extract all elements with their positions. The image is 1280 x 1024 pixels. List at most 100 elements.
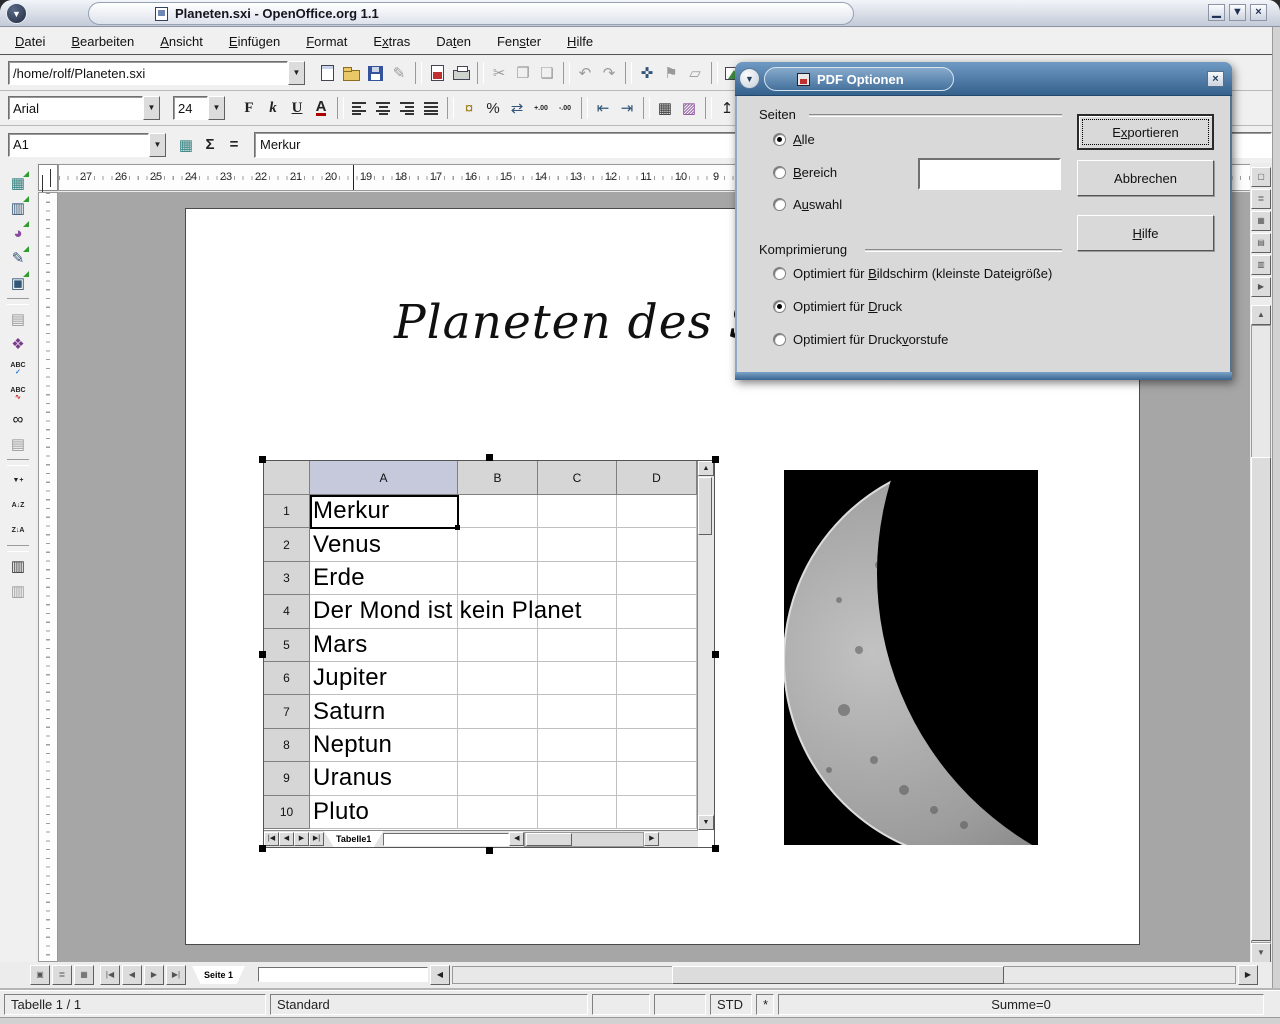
align-left-icon[interactable] xyxy=(347,96,371,120)
menu-hilfe[interactable]: Hilfe xyxy=(554,30,606,53)
spellcheck-icon[interactable]: ABC✓ xyxy=(6,357,30,381)
first-page-icon[interactable]: |◀ xyxy=(100,965,120,985)
radio-optimiert-f-r-bildschirm-kleinste-dateigr-e[interactable] xyxy=(773,267,786,280)
cell-a8[interactable]: Neptun xyxy=(310,729,458,762)
cell-d2[interactable] xyxy=(617,528,697,561)
font-size-combobox[interactable]: 24 ▼ xyxy=(173,96,225,120)
radio-label[interactable]: Alle xyxy=(793,132,815,147)
resize-handle[interactable] xyxy=(712,456,719,463)
row-header-4[interactable]: 4 xyxy=(264,595,310,628)
exportieren-button[interactable]: Exportieren xyxy=(1077,114,1214,150)
cell-d8[interactable] xyxy=(617,729,697,762)
italic-icon[interactable]: k xyxy=(261,96,285,120)
align-right-icon[interactable] xyxy=(395,96,419,120)
borders-icon[interactable]: ▦ xyxy=(653,96,677,120)
cell-b9[interactable] xyxy=(458,762,538,795)
radio-optimiert-f-r-druckvorstufe[interactable] xyxy=(773,333,786,346)
scroll-left-icon[interactable]: ◀ xyxy=(509,832,524,846)
radio-bereich[interactable] xyxy=(773,166,786,179)
draw-functions-icon[interactable]: ✎ xyxy=(6,246,30,270)
menu-einfgen[interactable]: Einfügen xyxy=(216,30,293,53)
close-button[interactable]: × xyxy=(1250,4,1267,21)
cell-a2[interactable]: Venus xyxy=(310,528,458,561)
background-color-icon[interactable]: ▨ xyxy=(677,96,701,120)
cell-a6[interactable]: Jupiter xyxy=(310,662,458,695)
chevron-down-icon[interactable]: ▼ xyxy=(149,133,166,157)
scrollbar-thumb[interactable] xyxy=(1251,457,1271,941)
menu-daten[interactable]: Daten xyxy=(423,30,484,53)
slide-view-icon[interactable]: ▦ xyxy=(1251,211,1271,231)
chevron-down-icon[interactable]: ▼ xyxy=(288,61,305,85)
cell-c3[interactable] xyxy=(538,562,617,595)
chevron-down-icon[interactable]: ▼ xyxy=(208,96,225,120)
sort-descending-icon[interactable]: Z↓A xyxy=(6,518,30,542)
resize-handle[interactable] xyxy=(486,847,493,854)
cell-b1[interactable] xyxy=(458,495,538,528)
cell-d3[interactable] xyxy=(617,562,697,595)
radio-auswahl[interactable] xyxy=(773,198,786,211)
group-icon[interactable]: ▥ xyxy=(6,554,30,578)
cell-a7[interactable]: Saturn xyxy=(310,695,458,728)
outline-view-icon[interactable]: ≣ xyxy=(1251,189,1271,209)
scroll-up-icon[interactable]: ▲ xyxy=(1251,305,1271,325)
outline-view-icon[interactable]: ≣ xyxy=(52,965,72,985)
autofilter-icon[interactable]: ▼+ xyxy=(6,468,30,492)
vertical-ruler[interactable] xyxy=(38,192,58,962)
cell-d6[interactable] xyxy=(617,662,697,695)
cell-c5[interactable] xyxy=(538,629,617,662)
vertical-scrollbar[interactable]: ▶▥▤▦≣▢ ▲ ▼ xyxy=(1250,163,1272,990)
cell-reference-box[interactable]: A1 ▼ xyxy=(8,133,166,157)
next-sheet-icon[interactable]: ▶ xyxy=(294,832,309,846)
delete-decimal-icon[interactable]: -.00 xyxy=(553,96,577,120)
moon-image[interactable] xyxy=(784,470,1038,845)
cell-c10[interactable] xyxy=(538,796,617,829)
abbrechen-button[interactable]: Abbrechen xyxy=(1077,160,1214,196)
cell-b6[interactable] xyxy=(458,662,538,695)
cell-a9[interactable]: Uranus xyxy=(310,762,458,795)
start-presentation-icon[interactable]: ▶ xyxy=(1251,277,1271,297)
increase-indent-icon[interactable]: ⇥ xyxy=(615,96,639,120)
row-header-5[interactable]: 5 xyxy=(264,629,310,662)
title-bar[interactable]: ▼ Planeten.sxi - OpenOffice.org 1.1 ▁ ▼ … xyxy=(0,0,1280,27)
maximize-button[interactable]: ▼ xyxy=(1229,4,1246,21)
insert-object-icon[interactable]: ▣ xyxy=(6,271,30,295)
prev-sheet-icon[interactable]: ◀ xyxy=(279,832,294,846)
font-name-combobox[interactable]: Arial ▼ xyxy=(8,96,160,120)
bold-icon[interactable]: F xyxy=(237,96,261,120)
row-header-2[interactable]: 2 xyxy=(264,528,310,561)
hilfe-button[interactable]: Hilfe xyxy=(1077,215,1214,251)
sort-ascending-icon[interactable]: A↓Z xyxy=(6,493,30,517)
resize-handle[interactable] xyxy=(259,845,266,852)
cell-b3[interactable] xyxy=(458,562,538,595)
cell-c7[interactable] xyxy=(538,695,617,728)
menu-datei[interactable]: Datei xyxy=(2,30,58,53)
minimize-button[interactable]: ▁ xyxy=(1208,4,1225,21)
cell-d1[interactable] xyxy=(617,495,697,528)
scroll-down-icon[interactable]: ▼ xyxy=(698,815,714,830)
row-header-6[interactable]: 6 xyxy=(264,662,310,695)
drawing-view-icon[interactable]: ▣ xyxy=(30,965,50,985)
navigator-icon[interactable]: ✜ xyxy=(635,61,659,85)
radio-label[interactable]: Optimiert für Bildschirm (kleinste Datei… xyxy=(793,266,1052,281)
cell-c1[interactable] xyxy=(538,495,617,528)
print-icon[interactable] xyxy=(449,61,473,85)
resize-handle[interactable] xyxy=(712,651,719,658)
menu-ansicht[interactable]: Ansicht xyxy=(147,30,216,53)
row-header-10[interactable]: 10 xyxy=(264,796,310,829)
standard-format-icon[interactable]: ⇄ xyxy=(505,96,529,120)
sheet-horizontal-scrollbar[interactable] xyxy=(524,832,644,847)
row-header-7[interactable]: 7 xyxy=(264,695,310,728)
cell-d9[interactable] xyxy=(617,762,697,795)
export-pdf-icon[interactable] xyxy=(425,61,449,85)
menu-format[interactable]: Format xyxy=(293,30,360,53)
insert-table-icon[interactable]: ▦ xyxy=(6,171,30,195)
new-document-icon[interactable] xyxy=(315,61,339,85)
handout-view-icon[interactable]: ▥ xyxy=(1251,255,1271,275)
underline-icon[interactable]: U xyxy=(285,96,309,120)
resize-handle[interactable] xyxy=(259,651,266,658)
status-field-5[interactable]: * xyxy=(756,994,774,1015)
align-justify-icon[interactable] xyxy=(419,96,443,120)
first-sheet-icon[interactable]: |◀ xyxy=(264,832,279,846)
cell-b5[interactable] xyxy=(458,629,538,662)
cell-b8[interactable] xyxy=(458,729,538,762)
